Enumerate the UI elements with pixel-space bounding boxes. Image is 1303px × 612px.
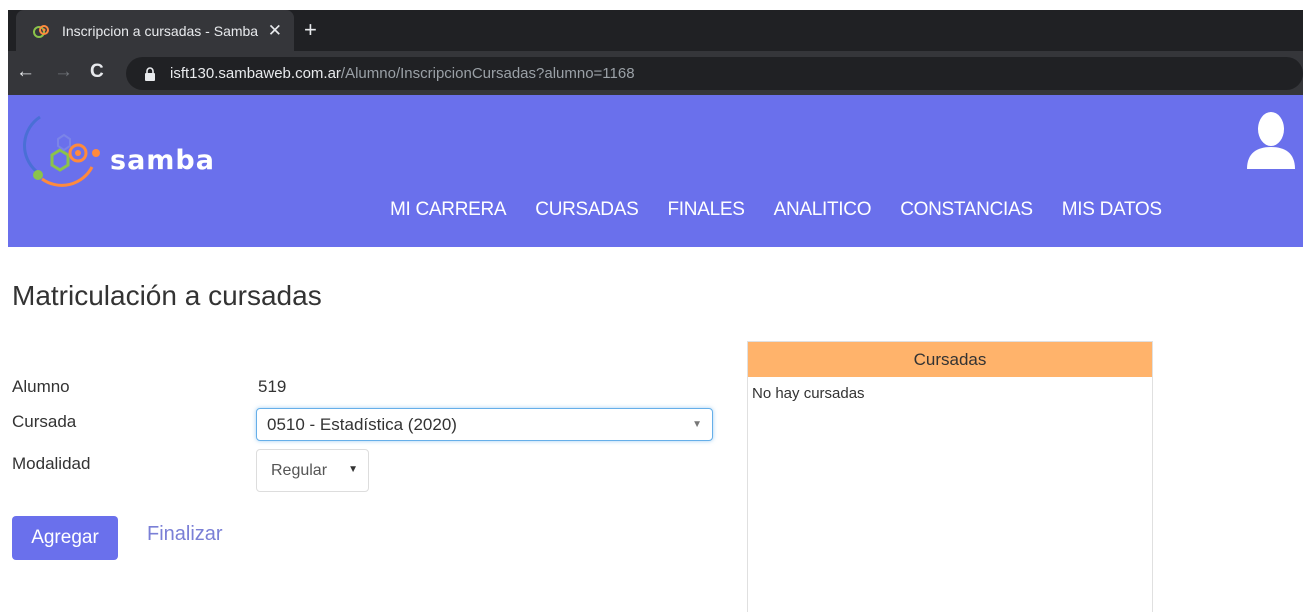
cursada-selected-value: 0510 - Estadística (2020) xyxy=(267,414,457,434)
samba-logo[interactable]: samba xyxy=(22,109,215,189)
forward-arrow-icon[interactable]: → xyxy=(54,61,73,83)
modalidad-select[interactable]: Regular ▼ xyxy=(256,449,369,492)
samba-favicon-icon xyxy=(33,24,49,38)
lock-icon xyxy=(145,66,155,81)
address-bar[interactable]: isft130.sambaweb.com.ar/Alumno/Inscripci… xyxy=(126,57,1303,90)
nav-mi-carrera[interactable]: MI CARRERA xyxy=(390,199,507,229)
cursadas-panel: Cursadas No hay cursadas xyxy=(747,341,1153,612)
nav-cursadas[interactable]: CURSADAS xyxy=(535,199,638,229)
site-header: samba MI CARRERA CURSADAS FINALES ANALIT… xyxy=(8,95,1303,247)
modalidad-selected-value: Regular xyxy=(271,461,328,479)
url-text[interactable]: isft130.sambaweb.com.ar/Alumno/Inscripci… xyxy=(170,65,635,82)
main-nav: MI CARRERA CURSADAS FINALES ANALITICO CO… xyxy=(390,199,1191,229)
tab-title: Inscripcion a cursadas - Samba xyxy=(62,22,259,39)
alumno-value: 519 xyxy=(258,377,287,396)
panel-empty-text: No hay cursadas xyxy=(752,385,865,402)
nav-finales[interactable]: FINALES xyxy=(667,199,744,229)
nav-analitico[interactable]: ANALITICO xyxy=(774,199,872,229)
nav-constancias[interactable]: CONSTANCIAS xyxy=(900,199,1033,229)
agregar-button[interactable]: Agregar xyxy=(12,516,118,560)
panel-title: Cursadas xyxy=(748,342,1152,377)
finalizar-link[interactable]: Finalizar xyxy=(147,523,223,546)
browser-chrome: Inscripcion a cursadas - Samba ✕ + ← → C… xyxy=(0,0,1303,95)
nav-mis-datos[interactable]: MIS DATOS xyxy=(1062,199,1162,229)
close-tab-icon[interactable]: ✕ xyxy=(268,21,282,40)
samba-logo-icon xyxy=(23,115,100,187)
cursada-select[interactable]: 0510 - Estadística (2020) ▼ xyxy=(256,408,713,441)
logo-text: samba xyxy=(110,145,215,176)
chevron-down-icon: ▼ xyxy=(692,419,702,430)
url-host: isft130.sambaweb.com.ar xyxy=(170,65,341,82)
tab-strip: Inscripcion a cursadas - Samba ✕ + xyxy=(8,10,1303,51)
reload-icon[interactable]: C xyxy=(90,61,104,83)
chevron-down-icon: ▼ xyxy=(348,464,358,475)
url-path: /Alumno/InscripcionCursadas?alumno=1168 xyxy=(340,65,635,82)
alumno-label: Alumno xyxy=(12,377,70,396)
modalidad-label: Modalidad xyxy=(12,454,91,473)
user-avatar-icon[interactable] xyxy=(1245,109,1297,169)
page-title: Matriculación a cursadas xyxy=(12,280,322,311)
browser-toolbar: ← → C isft130.sambaweb.com.ar/Alumno/Ins… xyxy=(8,51,1303,95)
new-tab-icon[interactable]: + xyxy=(304,18,317,42)
cursada-label: Cursada xyxy=(12,412,77,431)
back-arrow-icon[interactable]: ← xyxy=(16,61,35,83)
browser-tab[interactable]: Inscripcion a cursadas - Samba ✕ xyxy=(16,10,294,51)
